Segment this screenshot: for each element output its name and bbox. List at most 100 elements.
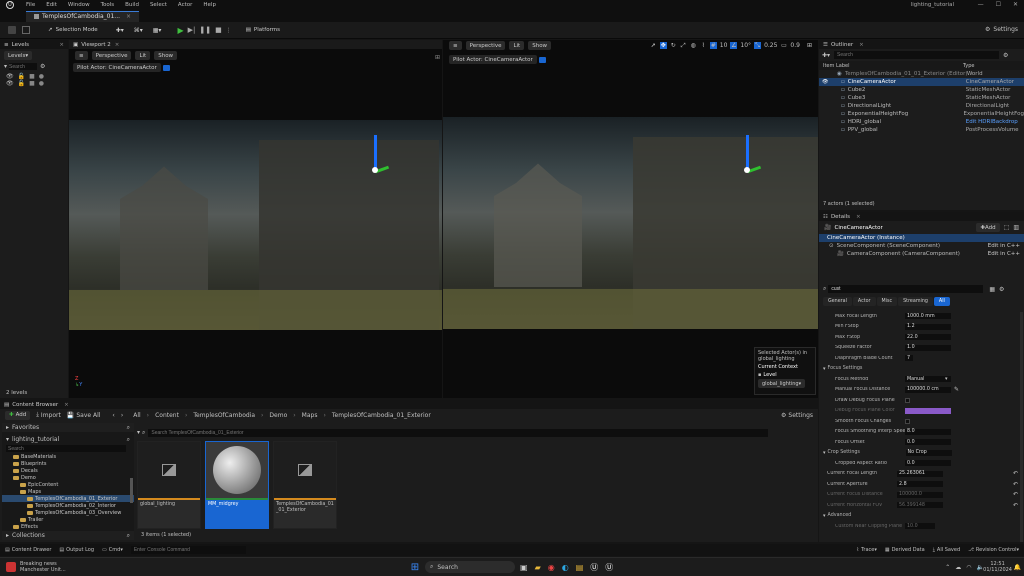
gizmo-z-axis[interactable] bbox=[374, 135, 377, 170]
levels-dropdown-button[interactable]: Levels ▾ bbox=[4, 51, 33, 60]
gizmo-center[interactable] bbox=[372, 167, 378, 173]
move-tool-icon[interactable]: ✥ bbox=[659, 42, 667, 49]
breadcrumb-item[interactable]: TemplesOfCambodia bbox=[193, 412, 255, 419]
lock-icon[interactable]: 🔓 bbox=[18, 80, 25, 87]
favorites-row[interactable]: ▸ Favorites ⌕ bbox=[2, 423, 134, 432]
folder-item[interactable]: Maps bbox=[2, 488, 134, 495]
selection-mode-button[interactable]: ➚ Selection Mode bbox=[44, 26, 102, 35]
close-icon[interactable]: ✕ bbox=[1013, 1, 1018, 8]
edit-cpp-link[interactable]: Edit in C++ bbox=[988, 251, 1020, 257]
console-input[interactable] bbox=[130, 546, 246, 554]
folder-search-input[interactable] bbox=[6, 445, 126, 452]
quick-add-icon[interactable]: ✚▾ bbox=[116, 27, 124, 34]
gizmo-z-axis[interactable] bbox=[746, 135, 749, 170]
property-value[interactable]: 0.0 bbox=[905, 439, 951, 446]
property-value[interactable]: 0.0 bbox=[905, 460, 951, 467]
folder-item[interactable]: Decals bbox=[2, 467, 134, 474]
clock[interactable]: 12:51 01/11/2024 bbox=[983, 561, 1012, 573]
pilot-actor-button[interactable]: Pilot Actor: CineCameraActor bbox=[449, 55, 537, 64]
eye-icon[interactable]: 👁 bbox=[6, 73, 14, 80]
outliner-row[interactable]: ▫ HDRI_global Edit HDRIBackdrop bbox=[819, 118, 1024, 126]
details-scrollbar[interactable] bbox=[1020, 312, 1023, 542]
property-value[interactable]: 10.0 bbox=[905, 523, 935, 530]
cinematics-icon[interactable]: ▦▾ bbox=[153, 27, 162, 34]
grid-snap-value[interactable]: 10 bbox=[720, 42, 728, 49]
menu-select[interactable]: Select bbox=[150, 2, 167, 8]
folder-item[interactable]: BaseMaterials bbox=[2, 453, 134, 460]
notification-icon[interactable]: 🔔 bbox=[1014, 564, 1021, 571]
platforms-button[interactable]: ▤ Platforms bbox=[242, 26, 284, 35]
perspective-button[interactable]: Perspective bbox=[465, 41, 506, 50]
chrome-icon[interactable]: ◉ bbox=[548, 563, 555, 572]
lit-button[interactable]: Lit bbox=[135, 51, 151, 60]
show-button[interactable]: Show bbox=[154, 51, 178, 60]
news-widget[interactable]: Breaking news Manchester Unit... bbox=[20, 561, 66, 573]
revision-control-button[interactable]: ⎇ Revision Control ▾ bbox=[968, 547, 1019, 553]
reset-icon[interactable]: ↶ bbox=[1013, 502, 1018, 509]
breadcrumb-item[interactable]: Maps bbox=[302, 412, 318, 419]
folder-item[interactable]: Effects bbox=[2, 523, 134, 530]
details-settings-icon[interactable]: ⚙ bbox=[999, 286, 1004, 293]
filter-tab-general[interactable]: General bbox=[823, 297, 852, 306]
search-icon[interactable]: ⌕ bbox=[127, 436, 130, 444]
level-row[interactable]: 👁 🔓 ■ ● bbox=[6, 73, 62, 80]
camera-icon[interactable] bbox=[538, 56, 546, 63]
edge-icon[interactable]: ◐ bbox=[562, 563, 569, 572]
property-value[interactable]: No Crop bbox=[905, 449, 952, 456]
filter-tab-all[interactable]: All bbox=[933, 297, 950, 306]
explorer-icon[interactable]: ▤ bbox=[576, 563, 584, 572]
folder-item[interactable]: TemplesOfCambodia_03_Overview bbox=[2, 509, 134, 516]
outliner-row[interactable]: ▫ Cube2 StaticMeshActor bbox=[819, 86, 1024, 94]
scale-tool-icon[interactable]: ⤢ bbox=[680, 42, 687, 49]
viewport-2-maximize-icon[interactable]: ⊞ bbox=[435, 54, 440, 61]
type-column[interactable]: Type bbox=[963, 63, 974, 69]
property-value[interactable]: 100000.0 bbox=[897, 491, 943, 498]
breadcrumb-item[interactable]: All bbox=[133, 412, 140, 419]
collections-row[interactable]: ▸ Collections ⌕ bbox=[2, 531, 134, 540]
blueprint-icon[interactable]: ⌘▾ bbox=[134, 27, 143, 34]
property-section[interactable]: ▾ Advanced bbox=[819, 511, 1024, 522]
viewport-1[interactable]: ≡ Perspective Lit Show ➚ ✥ ↻ ⤢ ◍ ⌇ # 10 … bbox=[443, 40, 818, 398]
settings-button[interactable]: ⚙ Settings bbox=[985, 26, 1018, 33]
property-checkbox[interactable] bbox=[905, 418, 910, 424]
select-tool-icon[interactable]: ➚ bbox=[650, 42, 657, 49]
folder-item[interactable]: Trailer bbox=[2, 516, 134, 523]
property-checkbox[interactable] bbox=[905, 397, 910, 403]
derived-data-button[interactable]: ▦ Derived Data bbox=[885, 547, 925, 553]
unreal-taskbar-icon[interactable]: Ⓤ bbox=[590, 562, 598, 573]
cb-settings-button[interactable]: ⚙ Settings bbox=[781, 412, 813, 419]
filter-icon[interactable]: ▾ bbox=[137, 429, 140, 436]
details-search-input[interactable] bbox=[828, 285, 984, 293]
add-asset-button[interactable]: ✚ Add bbox=[5, 410, 31, 420]
menu-window[interactable]: Window bbox=[68, 2, 90, 8]
layout-icon[interactable]: ▥ bbox=[1013, 224, 1019, 231]
camera-speed-value[interactable]: 0.9 bbox=[790, 42, 800, 49]
back-icon[interactable]: ‹ bbox=[112, 412, 114, 419]
eyedropper-icon[interactable]: ✎ bbox=[954, 386, 959, 393]
menu-tools[interactable]: Tools bbox=[101, 2, 115, 8]
component-row[interactable]: 🎥 CameraComponent (CameraComponent) Edit i… bbox=[819, 250, 1024, 258]
asset-tile[interactable]: global_lighting bbox=[137, 441, 201, 529]
levels-close-icon[interactable]: × bbox=[59, 42, 64, 48]
camera-speed-icon[interactable]: ▭ bbox=[780, 42, 787, 49]
task-view-icon[interactable]: ▣ bbox=[520, 563, 528, 572]
component-row[interactable]: ⊙ SceneComponent (SceneComponent) Edit in … bbox=[819, 242, 1024, 250]
outliner-row[interactable]: 👁 ▫ CineCameraActor CineCameraActor bbox=[819, 78, 1024, 86]
property-value[interactable]: 1.0 bbox=[905, 344, 951, 351]
viewport-menu-button[interactable]: ≡ bbox=[75, 51, 88, 60]
edit-cpp-link[interactable]: Edit in C++ bbox=[988, 243, 1020, 249]
property-value[interactable]: 2.8 bbox=[897, 481, 943, 488]
save-all-button[interactable]: 💾 Save All bbox=[67, 412, 101, 419]
scale-snap-icon[interactable]: ⤡ bbox=[754, 42, 762, 49]
content-browser-close-icon[interactable]: × bbox=[64, 402, 69, 408]
pause-icon[interactable]: ❚❚ bbox=[199, 26, 211, 34]
show-button[interactable]: Show bbox=[528, 41, 552, 50]
chevron-up-icon[interactable]: ⌃ bbox=[945, 564, 950, 571]
property-section[interactable]: ▾ Focus Settings bbox=[819, 364, 1024, 375]
property-value[interactable]: 8.0 bbox=[905, 428, 951, 435]
item-label-column[interactable]: Item Label bbox=[823, 63, 963, 69]
level-tab[interactable]: TemplesOfCambodia_01... × bbox=[26, 10, 140, 22]
all-saved-button[interactable]: ⤓ All Saved bbox=[933, 547, 960, 553]
maximize-icon[interactable]: ☐ bbox=[996, 1, 1001, 8]
outliner-row[interactable]: ▫ DirectionalLight DirectionalLight bbox=[819, 102, 1024, 110]
